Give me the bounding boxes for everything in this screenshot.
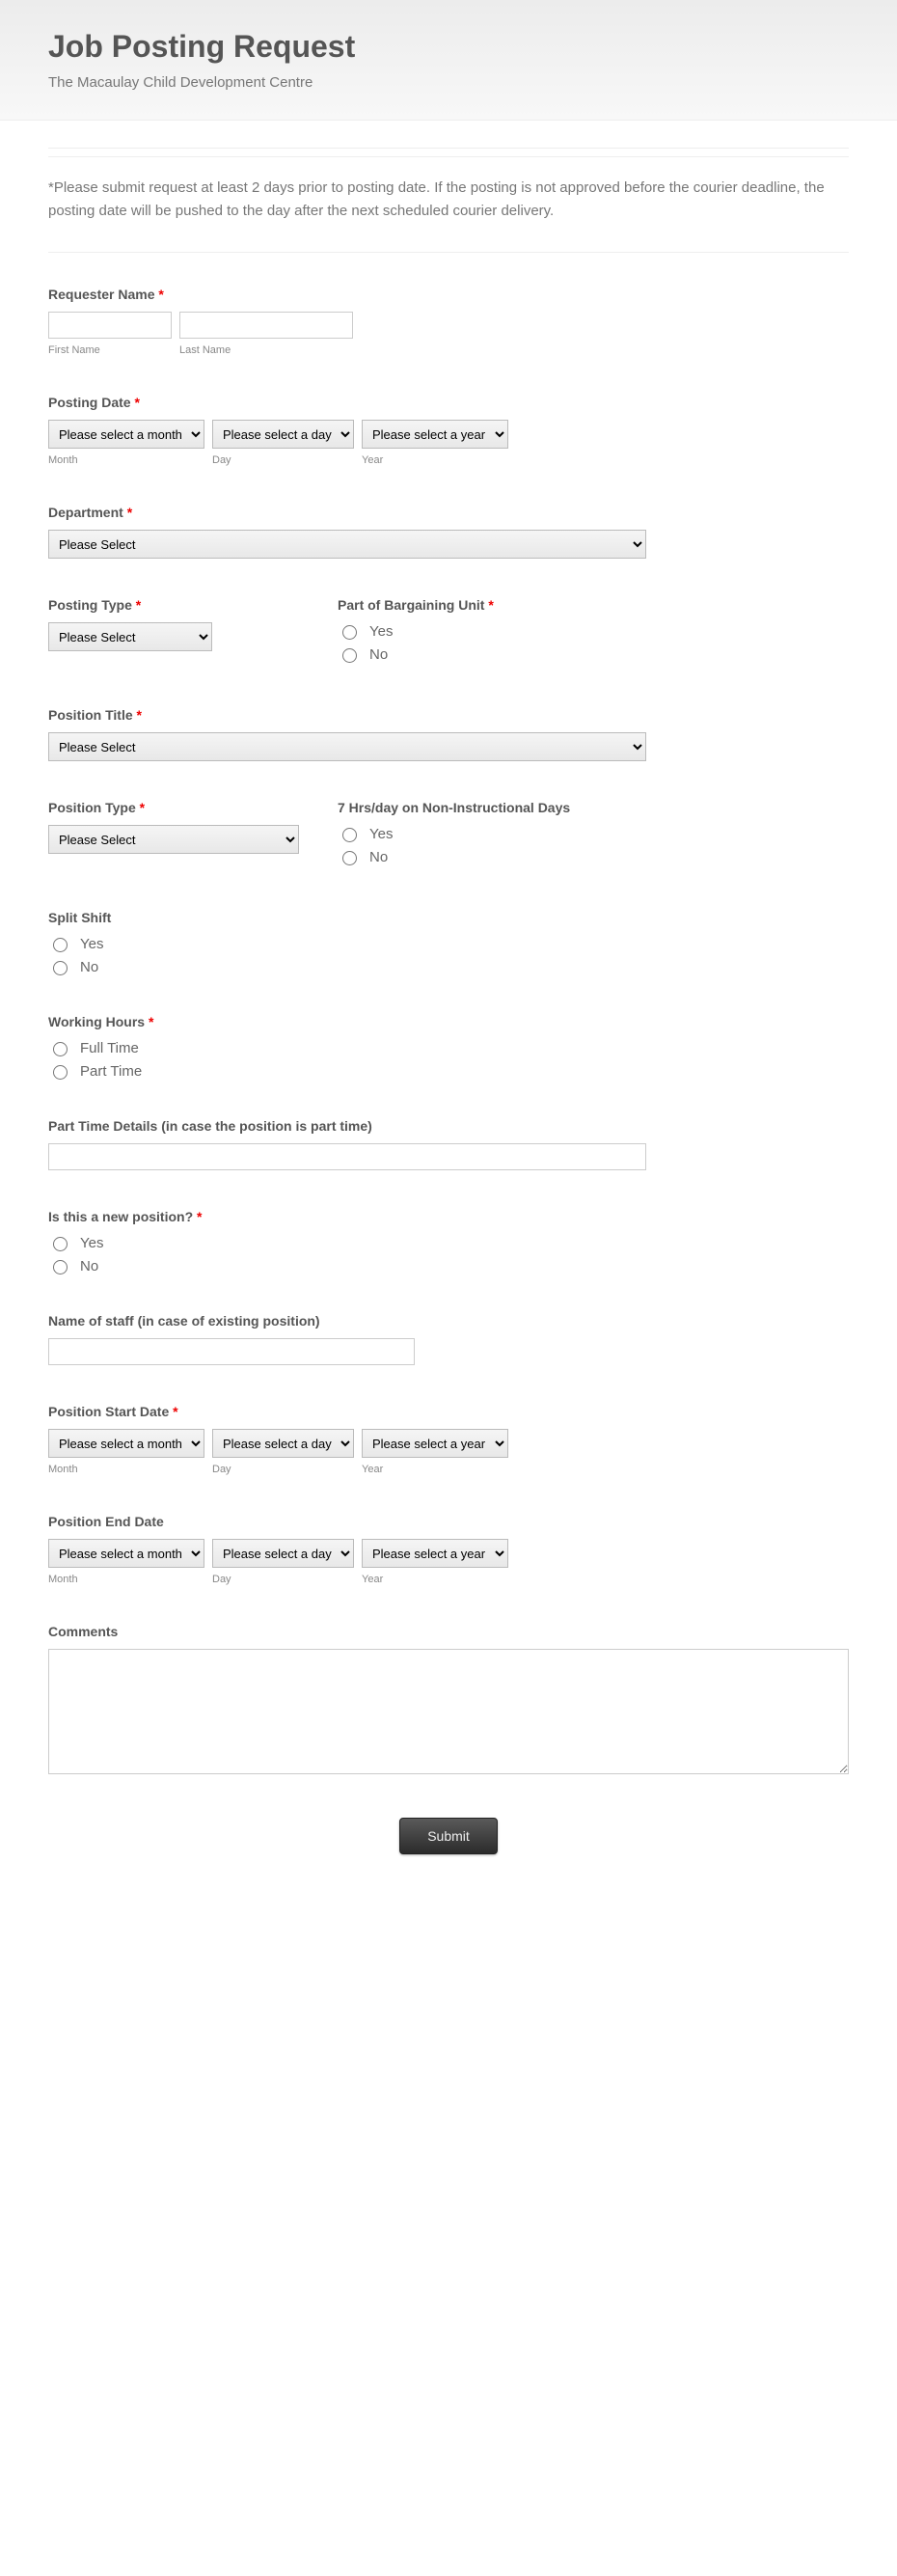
full-time-radio[interactable] xyxy=(53,1042,68,1056)
start-date-label: Position Start Date * xyxy=(48,1404,849,1419)
radio-label: Yes xyxy=(80,1235,103,1251)
divider xyxy=(48,148,849,149)
split-yes-radio[interactable] xyxy=(53,938,68,952)
form-content: *Please submit request at least 2 days p… xyxy=(0,121,897,1912)
submit-button[interactable]: Submit xyxy=(399,1818,498,1854)
month-sublabel: Month xyxy=(48,1574,204,1585)
new-position-label: Is this a new position? * xyxy=(48,1209,849,1224)
comments-textarea[interactable] xyxy=(48,1649,849,1774)
month-sublabel: Month xyxy=(48,1464,204,1475)
posting-month-select[interactable]: Please select a month xyxy=(48,420,204,449)
part-time-radio[interactable] xyxy=(53,1065,68,1080)
last-name-input[interactable] xyxy=(179,312,353,339)
radio-label: No xyxy=(80,1258,98,1274)
department-select[interactable]: Please Select xyxy=(48,530,646,559)
radio-label: No xyxy=(369,849,388,865)
radio-label: Yes xyxy=(369,623,393,640)
working-hours-label: Working Hours * xyxy=(48,1014,849,1029)
split-no-radio[interactable] xyxy=(53,961,68,975)
start-year-select[interactable]: Please select a year xyxy=(362,1429,508,1458)
first-name-sublabel: First Name xyxy=(48,344,172,356)
year-sublabel: Year xyxy=(362,1464,508,1475)
start-day-select[interactable]: Please select a day xyxy=(212,1429,354,1458)
posting-type-select[interactable]: Please Select xyxy=(48,622,212,651)
position-title-label: Position Title * xyxy=(48,707,849,723)
split-shift-label: Split Shift xyxy=(48,910,849,925)
page-subtitle: The Macaulay Child Development Centre xyxy=(48,74,849,91)
year-sublabel: Year xyxy=(362,1574,508,1585)
page-header: Job Posting Request The Macaulay Child D… xyxy=(0,0,897,121)
requester-label: Requester Name * xyxy=(48,287,849,302)
end-day-select[interactable]: Please select a day xyxy=(212,1539,354,1568)
radio-label: Yes xyxy=(369,826,393,842)
pt-details-label: Part Time Details (in case the position … xyxy=(48,1118,849,1134)
seven-hrs-no-radio[interactable] xyxy=(342,851,357,865)
radio-label: Yes xyxy=(80,936,103,952)
seven-hrs-yes-radio[interactable] xyxy=(342,828,357,842)
radio-label: Full Time xyxy=(80,1040,139,1056)
start-month-select[interactable]: Please select a month xyxy=(48,1429,204,1458)
department-label: Department * xyxy=(48,505,849,520)
posting-day-select[interactable]: Please select a day xyxy=(212,420,354,449)
last-name-sublabel: Last Name xyxy=(179,344,353,356)
month-sublabel: Month xyxy=(48,454,204,466)
seven-hrs-label: 7 Hrs/day on Non-Instructional Days xyxy=(338,800,570,815)
first-name-input[interactable] xyxy=(48,312,172,339)
position-type-select[interactable]: Please Select xyxy=(48,825,299,854)
intro-text: *Please submit request at least 2 days p… xyxy=(48,177,849,223)
day-sublabel: Day xyxy=(212,454,354,466)
bargaining-yes-radio[interactable] xyxy=(342,625,357,640)
bargaining-no-radio[interactable] xyxy=(342,648,357,663)
posting-type-label: Posting Type * xyxy=(48,597,299,613)
staff-name-label: Name of staff (in case of existing posit… xyxy=(48,1313,849,1329)
position-title-select[interactable]: Please Select xyxy=(48,732,646,761)
new-position-yes-radio[interactable] xyxy=(53,1237,68,1251)
position-type-label: Position Type * xyxy=(48,800,299,815)
end-year-select[interactable]: Please select a year xyxy=(362,1539,508,1568)
radio-label: No xyxy=(80,959,98,975)
new-position-no-radio[interactable] xyxy=(53,1260,68,1274)
end-date-label: Position End Date xyxy=(48,1514,849,1529)
staff-name-input[interactable] xyxy=(48,1338,415,1365)
comments-label: Comments xyxy=(48,1624,849,1639)
end-month-select[interactable]: Please select a month xyxy=(48,1539,204,1568)
bargaining-label: Part of Bargaining Unit * xyxy=(338,597,494,613)
radio-label: Part Time xyxy=(80,1063,142,1080)
divider xyxy=(48,252,849,253)
posting-date-label: Posting Date * xyxy=(48,395,849,410)
day-sublabel: Day xyxy=(212,1464,354,1475)
posting-year-select[interactable]: Please select a year xyxy=(362,420,508,449)
day-sublabel: Day xyxy=(212,1574,354,1585)
divider xyxy=(48,156,849,157)
year-sublabel: Year xyxy=(362,454,508,466)
page-title: Job Posting Request xyxy=(48,29,849,65)
pt-details-input[interactable] xyxy=(48,1143,646,1170)
radio-label: No xyxy=(369,646,388,663)
